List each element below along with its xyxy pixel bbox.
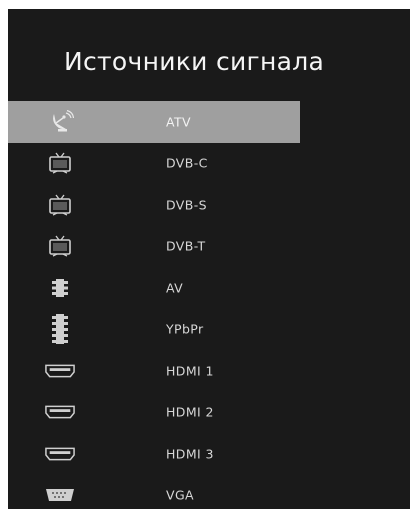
source-item-atv[interactable]: ATV [8,101,300,143]
tv-icon [45,234,75,258]
source-label: YPbPr [166,321,204,337]
source-item-ypbpr[interactable]: YPbPr [8,309,300,351]
source-label: DVB-S [166,197,207,213]
tv-icon [45,151,75,175]
source-item-hdmi-1[interactable]: HDMI 1 [8,350,300,392]
source-item-hdmi-2[interactable]: HDMI 2 [8,392,300,434]
av-connector-icon [45,276,75,300]
source-item-hdmi-3[interactable]: HDMI 3 [8,433,300,475]
ypbpr-connector-icon [45,314,75,345]
satellite-dish-icon [45,109,75,134]
source-label: ATV [166,114,191,130]
source-label: DVB-T [166,238,206,254]
source-item-dvb-c[interactable]: DVB-C [8,143,300,185]
tv-icon [45,193,75,217]
hdmi-port-icon [45,359,75,383]
source-item-dvb-t[interactable]: DVB-T [8,226,300,268]
hdmi-port-icon [45,442,75,466]
source-menu-panel: Источники сигнала ATV DVB-C DVB-S DVB-T … [8,9,410,509]
source-label: VGA [166,487,194,503]
hdmi-port-icon [45,400,75,424]
menu-title: Источники сигнала [64,47,325,76]
source-label: AV [166,280,184,296]
source-label: HDMI 2 [166,404,214,420]
source-label: DVB-C [166,155,208,171]
source-item-vga[interactable]: VGA [8,475,300,509]
source-item-av[interactable]: AV [8,267,300,309]
vga-port-icon [45,483,75,507]
source-item-dvb-s[interactable]: DVB-S [8,184,300,226]
source-list: ATV DVB-C DVB-S DVB-T AV YPbPr HDMI 1 HD… [8,101,410,509]
source-label: HDMI 1 [166,363,214,379]
source-label: HDMI 3 [166,446,214,462]
